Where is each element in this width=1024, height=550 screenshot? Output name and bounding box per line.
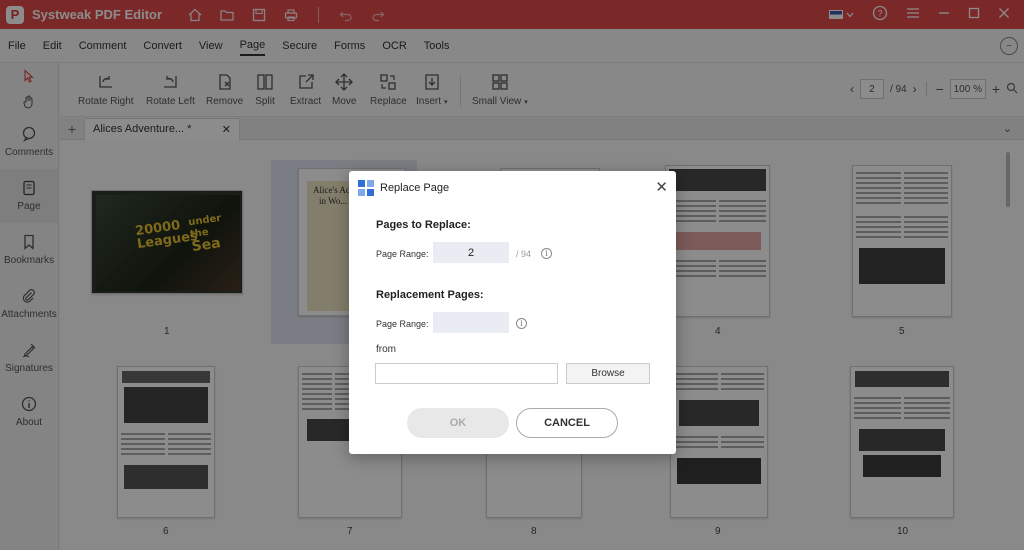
pages-to-replace-heading: Pages to Replace: (376, 219, 471, 231)
info-icon[interactable]: i (541, 248, 552, 259)
page-range-label: Page Range: (376, 249, 429, 259)
info-icon[interactable]: i (516, 318, 527, 329)
replacement-range-label: Page Range: (376, 319, 429, 329)
browse-button[interactable]: Browse (566, 363, 650, 384)
replacement-range-input[interactable] (433, 312, 509, 333)
from-label: from (376, 344, 396, 355)
file-path-input[interactable] (375, 363, 558, 384)
ok-button[interactable]: OK (407, 408, 509, 438)
page-range-input[interactable]: 2 (433, 242, 509, 263)
total-pages-label: / 94 (516, 249, 532, 259)
dialog-title: Replace Page (380, 182, 450, 194)
close-dialog-icon[interactable]: ✕ (655, 178, 668, 196)
cancel-button[interactable]: CANCEL (516, 408, 618, 438)
replace-page-dialog: Replace Page ✕ Pages to Replace: Page Ra… (349, 171, 676, 454)
app-dialog-logo-icon (358, 180, 374, 196)
replacement-pages-heading: Replacement Pages: (376, 289, 484, 301)
